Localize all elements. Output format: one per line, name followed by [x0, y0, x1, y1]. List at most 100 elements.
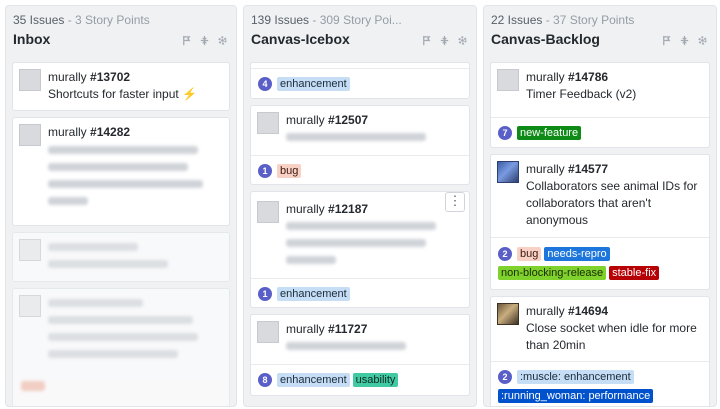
avatar [497, 161, 519, 183]
label-new-feature[interactable]: new-feature [517, 126, 582, 140]
card-divider [251, 364, 469, 365]
story-points-badge: 2 [498, 247, 512, 261]
redacted-text [48, 260, 168, 268]
redacted-text [48, 163, 188, 171]
issue-author[interactable]: murally [526, 70, 565, 84]
issue-card[interactable]: murally #14282 [12, 117, 230, 226]
automation-icon[interactable] [181, 35, 192, 46]
issue-card[interactable]: 4 enhancement [250, 62, 470, 99]
issue-number[interactable]: #12507 [328, 113, 368, 127]
gear-icon[interactable] [217, 35, 228, 46]
issue-number[interactable]: #11727 [328, 322, 367, 336]
redacted-text [48, 146, 198, 154]
issue-number[interactable]: #14577 [568, 162, 608, 176]
issue-author[interactable]: murally [286, 322, 325, 336]
issue-author[interactable]: murally [526, 162, 565, 176]
label-stable-fix[interactable]: stable-fix [609, 266, 660, 280]
column-counts: 22 Issues - 37 Story Points [491, 13, 634, 27]
avatar [19, 124, 41, 146]
redacted-text [48, 350, 178, 358]
redacted-text [286, 256, 336, 264]
column-counts: 139 Issues - 309 Story Poi... [251, 13, 402, 27]
issue-title[interactable]: Timer Feedback (v2) [526, 86, 701, 103]
label-row: 7 new-feature [498, 126, 582, 140]
column-header: 35 Issues - 3 Story Points Inbox [6, 6, 236, 56]
redacted-text [48, 197, 88, 205]
avatar [19, 69, 41, 91]
issue-card[interactable]: murally #14577 Collaborators see animal … [490, 154, 710, 290]
avatar [497, 303, 519, 325]
issue-meta: murally #14786 [526, 70, 608, 84]
redacted-text [48, 333, 198, 341]
issue-number[interactable]: #14282 [90, 125, 130, 139]
issue-count: 139 Issues [251, 13, 310, 27]
collapse-icon[interactable] [679, 35, 690, 46]
gear-icon[interactable] [457, 35, 468, 46]
issue-card[interactable]: murally #11727 8 enhancement usability [250, 314, 470, 396]
card-divider [251, 278, 469, 279]
issue-author[interactable]: murally [286, 113, 325, 127]
issue-meta: murally #11727 [286, 322, 367, 336]
issue-author[interactable]: murally [286, 202, 325, 216]
gear-icon[interactable] [697, 35, 708, 46]
label-bug[interactable]: bug [517, 247, 542, 261]
label-needs-repro[interactable]: needs-repro [544, 247, 610, 261]
redacted-text [48, 299, 143, 307]
label-row: 2 bug needs-repro [498, 247, 610, 261]
label-non-blocking-release[interactable]: non-blocking-release [498, 266, 607, 280]
redacted-text [286, 222, 436, 230]
issue-card[interactable]: murally #12507 1 bug [250, 105, 470, 185]
issue-title[interactable]: Shortcuts for faster input ⚡ [48, 86, 221, 103]
collapse-icon[interactable] [439, 35, 450, 46]
issue-number[interactable]: #13702 [90, 70, 130, 84]
automation-icon[interactable] [421, 35, 432, 46]
avatar [257, 201, 279, 223]
issue-meta: murally #14694 [526, 304, 608, 318]
avatar [257, 112, 279, 134]
issue-number[interactable]: #14694 [568, 304, 608, 318]
issue-title[interactable]: Close socket when idle for more than 20m… [526, 320, 701, 354]
issue-author[interactable]: murally [48, 70, 87, 84]
label-row: 1 bug [258, 164, 302, 178]
column-actions [181, 35, 228, 46]
issue-card[interactable]: murally #13702 Shortcuts for faster inpu… [12, 62, 230, 111]
avatar [257, 321, 279, 343]
story-points-badge: 7 [498, 126, 512, 140]
issue-meta: murally #14577 [526, 162, 608, 176]
issue-author[interactable]: murally [526, 304, 565, 318]
redacted-text [286, 342, 406, 350]
redacted-text [48, 180, 203, 188]
card-divider [491, 117, 709, 118]
redacted-label [21, 381, 45, 391]
issue-number[interactable]: #14786 [568, 70, 608, 84]
issue-title[interactable]: Collaborators see animal IDs for collabo… [526, 178, 701, 229]
issue-author[interactable]: murally [48, 125, 87, 139]
label-enhancement[interactable]: enhancement [277, 287, 350, 301]
card-menu-button[interactable]: ⋮ [445, 192, 465, 212]
label-usability[interactable]: usability [352, 373, 399, 387]
label-enhancement[interactable]: :muscle: enhancement [517, 370, 634, 384]
issue-card-redacted[interactable] [12, 288, 230, 406]
story-points: - 37 Story Points [542, 13, 635, 27]
card-divider [251, 68, 469, 69]
issue-card[interactable]: murally #14786 Timer Feedback (v2) 7 new… [490, 62, 710, 148]
label-row: 1 enhancement [258, 287, 350, 301]
issue-card[interactable]: murally #14694 Close socket when idle fo… [490, 296, 710, 406]
collapse-icon[interactable] [199, 35, 210, 46]
column-actions [421, 35, 468, 46]
column-actions [661, 35, 708, 46]
label-enhancement[interactable]: enhancement [277, 373, 350, 387]
column-header: 139 Issues - 309 Story Poi... Canvas-Ice… [244, 6, 476, 56]
issue-card[interactable]: ⋮ murally #12187 1 enhancement [250, 191, 470, 308]
issue-card-redacted[interactable] [12, 232, 230, 282]
avatar [19, 239, 41, 261]
label-enhancement[interactable]: enhancement [277, 77, 350, 91]
label-performance[interactable]: :running_woman: performance [498, 389, 654, 403]
issue-meta: murally #14282 [48, 125, 130, 139]
issue-number[interactable]: #12187 [328, 202, 368, 216]
automation-icon[interactable] [661, 35, 672, 46]
label-bug[interactable]: bug [277, 164, 302, 178]
column-title: Canvas-Backlog [491, 31, 600, 47]
column-canvas-backlog: 22 Issues - 37 Story Points Canvas-Backl… [483, 5, 717, 407]
card-divider [491, 237, 709, 238]
